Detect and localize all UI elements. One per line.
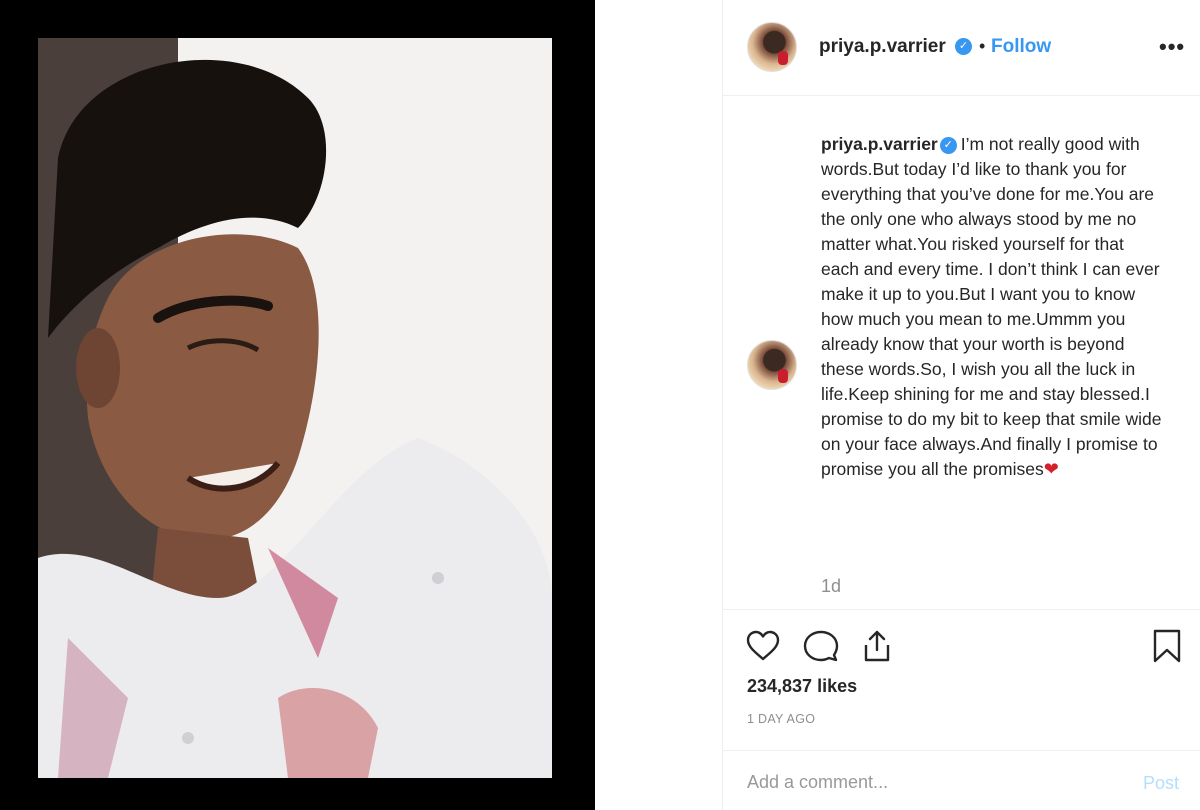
caption-timestamp[interactable]: 1d — [821, 576, 841, 597]
heart-outline-icon[interactable] — [745, 628, 781, 664]
caption-body: I’m not really good with words.But today… — [821, 134, 1162, 479]
post-header: priya.p.varrier ✓ • Follow ••• — [723, 0, 1200, 96]
caption-area: priya.p.varrier ✓ I’m not really good with… — [723, 96, 1200, 610]
verified-badge-icon: ✓ — [955, 38, 972, 55]
likes-count[interactable]: 234,837 likes — [747, 676, 857, 697]
comment-input[interactable] — [747, 767, 1107, 797]
share-upload-icon[interactable] — [859, 628, 895, 664]
verified-badge-icon: ✓ — [939, 136, 957, 154]
heart-emoji-icon: ❤ — [1043, 459, 1059, 479]
caption: priya.p.varrier ✓ I’m not really good with… — [821, 132, 1166, 482]
post-comment-button[interactable]: Post — [1143, 773, 1179, 794]
more-options-icon[interactable]: ••• — [1159, 34, 1185, 60]
photo-frame — [0, 0, 595, 810]
profile-avatar[interactable] — [747, 22, 797, 72]
actions-bar — [723, 610, 1200, 680]
header-username[interactable]: priya.p.varrier — [819, 36, 946, 58]
separator-dot: • — [979, 36, 986, 56]
post-date[interactable]: 1 DAY AGO — [747, 712, 815, 726]
bookmark-icon[interactable] — [1149, 628, 1185, 664]
comment-bar: Post — [723, 750, 1200, 810]
post-photo[interactable] — [38, 38, 552, 778]
caption-username[interactable]: priya.p.varrier — [821, 134, 938, 154]
portrait-illustration — [38, 38, 552, 778]
post-sidebar: priya.p.varrier ✓ • Follow ••• priya.p.v… — [722, 0, 1200, 810]
caption-avatar[interactable] — [747, 340, 797, 390]
follow-button[interactable]: Follow — [991, 36, 1051, 58]
post-media-panel — [0, 0, 595, 810]
comment-bubble-icon[interactable] — [803, 628, 839, 664]
